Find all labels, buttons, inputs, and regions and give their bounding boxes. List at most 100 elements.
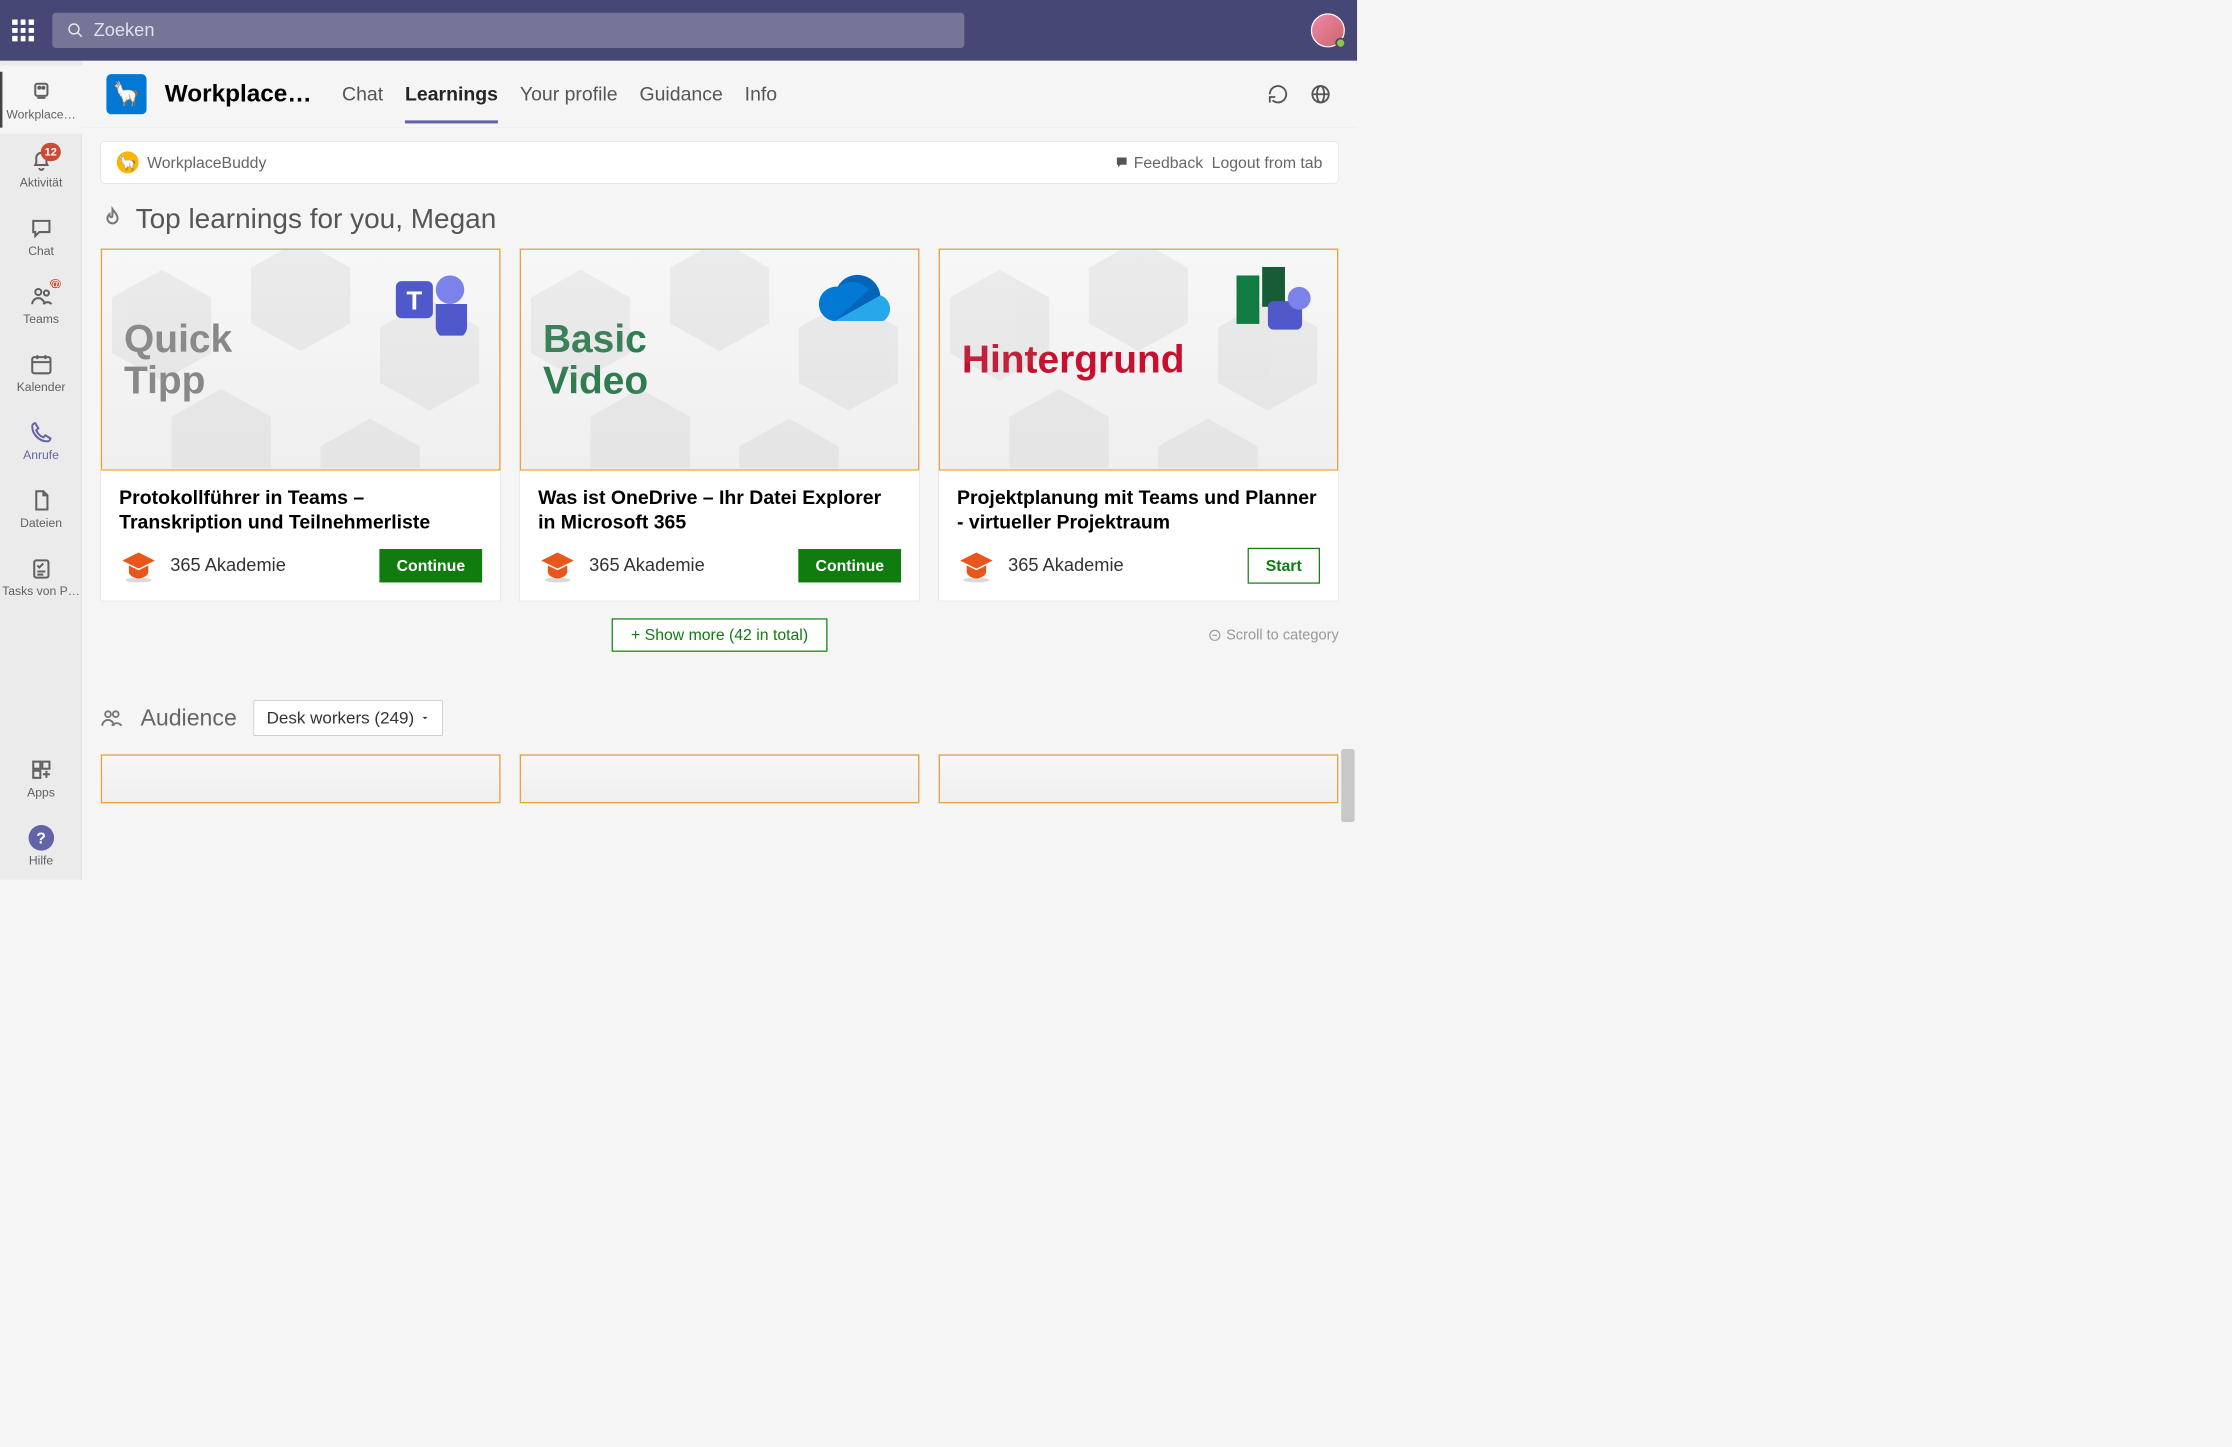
help-icon: ? bbox=[28, 824, 55, 851]
rail-label: Dateien bbox=[19, 517, 63, 529]
activity-badge: 12 bbox=[41, 143, 60, 161]
provider-icon bbox=[538, 546, 577, 585]
card-body: Protokollführer in Teams – Transkription… bbox=[101, 471, 500, 601]
rail-item-help[interactable]: ? Hilfe bbox=[0, 812, 82, 880]
show-more-button[interactable]: + Show more (42 in total) bbox=[612, 618, 828, 651]
card-title: Was ist OneDrive – Ihr Datei Explorer in… bbox=[538, 485, 901, 535]
card-action-button[interactable]: Start bbox=[1247, 548, 1320, 584]
rail-label: Apps bbox=[26, 787, 56, 799]
card-body: Was ist OneDrive – Ihr Datei Explorer in… bbox=[520, 471, 919, 601]
learning-card[interactable] bbox=[519, 754, 920, 804]
rail-item-activity[interactable]: 12 Aktivität bbox=[0, 134, 82, 202]
card-action-button[interactable]: Continue bbox=[380, 549, 483, 582]
calendar-icon bbox=[28, 351, 55, 378]
hero-product-icon bbox=[806, 267, 897, 340]
rail-label: Teams bbox=[22, 313, 60, 325]
scroll-cat-label: Scroll to category bbox=[1226, 627, 1339, 644]
card-title: Projektplanung mit Teams und Planner - v… bbox=[957, 485, 1320, 535]
tab-content-bar: 🦙 WorkplaceBuddy Feedback Logout from ta… bbox=[100, 141, 1338, 184]
learning-card[interactable] bbox=[938, 754, 1339, 804]
file-icon bbox=[28, 487, 55, 514]
bell-icon: 12 bbox=[28, 147, 55, 174]
content-area: Top learnings for you, Megan QuickTippT P… bbox=[82, 184, 1357, 880]
refresh-icon bbox=[1267, 83, 1289, 105]
provider-name: 365 Akademie bbox=[170, 555, 367, 576]
audience-select[interactable]: Desk workers (249) bbox=[254, 700, 443, 735]
provider-icon bbox=[957, 546, 996, 585]
rail-label: Anrufe bbox=[22, 449, 60, 461]
comment-icon bbox=[1114, 155, 1129, 170]
scroll-to-category-link[interactable]: Scroll to category bbox=[1208, 627, 1339, 644]
phone-icon bbox=[28, 419, 55, 446]
logout-link[interactable]: Logout from tab bbox=[1212, 153, 1323, 172]
apps-icon bbox=[28, 756, 55, 783]
audience-row: Audience Desk workers (249) bbox=[100, 700, 1338, 735]
feedback-label: Feedback bbox=[1134, 153, 1203, 172]
rail-item-calendar[interactable]: Kalender bbox=[0, 338, 82, 406]
learning-card[interactable] bbox=[100, 754, 501, 804]
app-title: Workplace… bbox=[165, 80, 312, 107]
audience-label: Audience bbox=[140, 705, 236, 731]
card-title: Protokollführer in Teams – Transkription… bbox=[119, 485, 482, 535]
tab-learnings[interactable]: Learnings bbox=[405, 64, 498, 123]
logout-label: Logout from tab bbox=[1212, 153, 1323, 172]
provider-name: 365 Akademie bbox=[1008, 555, 1235, 576]
section-heading: Top learnings for you, Megan bbox=[100, 202, 1338, 235]
tasks-icon bbox=[28, 555, 55, 582]
app-header: 🦙 Workplace… Chat Learnings Your profile… bbox=[82, 61, 1357, 128]
main-area: 🦙 Workplace… Chat Learnings Your profile… bbox=[82, 61, 1357, 880]
top-bar bbox=[0, 0, 1357, 61]
learning-card[interactable]: Hintergrund Projektplanung mit Teams und … bbox=[938, 248, 1339, 601]
teams-icon: @ bbox=[28, 283, 55, 310]
card-hero: BasicVideo bbox=[520, 249, 919, 471]
profile-avatar[interactable] bbox=[1311, 13, 1345, 47]
card-action-button[interactable]: Continue bbox=[799, 549, 902, 582]
tab-info[interactable]: Info bbox=[745, 64, 777, 123]
rail-label: Hilfe bbox=[28, 855, 55, 867]
provider-icon bbox=[119, 546, 158, 585]
rail-label: Aktivität bbox=[19, 177, 64, 189]
card-body: Projektplanung mit Teams und Planner - v… bbox=[939, 471, 1338, 601]
scrollbar-thumb[interactable] bbox=[1341, 749, 1354, 822]
audience-selected: Desk workers (249) bbox=[267, 708, 415, 727]
search-icon bbox=[67, 22, 84, 39]
app-launcher-icon[interactable] bbox=[12, 19, 34, 41]
workplacebuddy-badge-icon: 🦙 bbox=[117, 151, 139, 173]
rail-item-teams[interactable]: @ Teams bbox=[0, 270, 82, 338]
refresh-button[interactable] bbox=[1266, 82, 1290, 106]
card-hero: Hintergrund bbox=[939, 249, 1338, 471]
audience-icon bbox=[100, 706, 123, 729]
tab-brand-label: WorkplaceBuddy bbox=[147, 153, 266, 172]
rail-label: Chat bbox=[27, 245, 55, 257]
circle-minus-icon bbox=[1208, 628, 1221, 641]
search-box[interactable] bbox=[52, 13, 964, 48]
teams-badge: @ bbox=[50, 279, 61, 289]
tab-guidance[interactable]: Guidance bbox=[639, 64, 722, 123]
rail-label: Tasks von P… bbox=[1, 586, 81, 598]
feedback-link[interactable]: Feedback bbox=[1114, 153, 1203, 172]
rail-item-files[interactable]: Dateien bbox=[0, 474, 82, 542]
rail-item-calls[interactable]: Anrufe bbox=[0, 406, 82, 474]
svg-text:T: T bbox=[407, 288, 423, 316]
hero-product-icon: T bbox=[387, 267, 478, 340]
provider-name: 365 Akademie bbox=[589, 555, 786, 576]
learning-card[interactable]: QuickTippT Protokollführer in Teams – Tra… bbox=[100, 248, 501, 601]
rail-label: Workplace… bbox=[5, 109, 77, 121]
card-hero: QuickTippT bbox=[101, 249, 500, 471]
globe-icon bbox=[1310, 83, 1332, 105]
tab-profile[interactable]: Your profile bbox=[520, 64, 618, 123]
globe-button[interactable] bbox=[1308, 82, 1332, 106]
workplace-app-icon bbox=[28, 78, 55, 105]
tab-chat[interactable]: Chat bbox=[342, 64, 383, 123]
rail-item-tasks[interactable]: Tasks von P… bbox=[0, 542, 82, 610]
app-rail: Workplace… 12 Aktivität Chat @ Teams Kal… bbox=[0, 61, 82, 880]
rail-item-apps[interactable]: Apps bbox=[0, 744, 82, 812]
caret-down-icon bbox=[420, 713, 430, 723]
learning-card[interactable]: BasicVideo Was ist OneDrive – Ihr Datei E… bbox=[519, 248, 920, 601]
search-input[interactable] bbox=[94, 20, 950, 41]
hero-product-icon bbox=[1225, 267, 1316, 340]
rail-item-workplace[interactable]: Workplace… bbox=[0, 66, 82, 134]
rail-item-chat[interactable]: Chat bbox=[0, 202, 82, 270]
presence-available-icon bbox=[1335, 38, 1346, 49]
learning-cards: QuickTippT Protokollführer in Teams – Tra… bbox=[100, 248, 1338, 601]
